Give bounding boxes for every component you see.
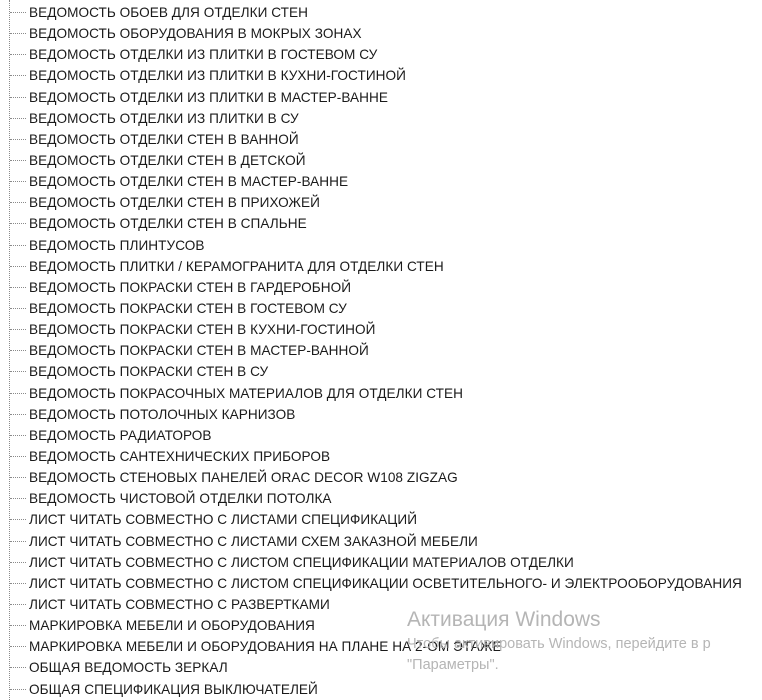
tree-item[interactable]: ВЕДОМОСТЬ ОТДЕЛКИ ИЗ ПЛИТКИ В МАСТЕР-ВАН…: [0, 87, 762, 108]
tree-item[interactable]: ВЕДОМОСТЬ ОТДЕЛКИ СТЕН В СПАЛЬНЕ: [0, 213, 762, 234]
tree-item-label: ВЕДОМОСТЬ ОТДЕЛКИ СТЕН В ДЕТСКОЙ: [29, 152, 306, 168]
tree-item-label: ВЕДОМОСТЬ СТЕНОВЫХ ПАНЕЛЕЙ ORAC DECOR W1…: [29, 470, 458, 486]
tree-item[interactable]: ОБЩАЯ ВЕДОМОСТЬ ЗЕРКАЛ: [0, 657, 762, 678]
tree-item-label: ВЕДОМОСТЬ ПОКРАСКИ СТЕН В ГАРДЕРОБНОЙ: [29, 279, 352, 295]
tree-item[interactable]: ВЕДОМОСТЬ ПОКРАСКИ СТЕН В ГОСТЕВОМ СУ: [0, 298, 762, 319]
tree-item[interactable]: ВЕДОМОСТЬ ЧИСТОВОЙ ОТДЕЛКИ ПОТОЛКА: [0, 488, 762, 509]
tree-item[interactable]: ВЕДОМОСТЬ ОТДЕЛКИ СТЕН В ПРИХОЖЕЙ: [0, 192, 762, 213]
tree-item[interactable]: ВЕДОМОСТЬ ПЛИНТУСОВ: [0, 235, 762, 256]
tree-item[interactable]: ЛИСТ ЧИТАТЬ СОВМЕСТНО С ЛИСТОМ СПЕЦИФИКА…: [0, 573, 762, 594]
tree-item[interactable]: ВЕДОМОСТЬ ПОКРАСКИ СТЕН В КУХНИ-ГОСТИНОЙ: [0, 319, 762, 340]
tree-item[interactable]: ВЕДОМОСТЬ ПЛИТКИ / КЕРАМОГРАНИТА ДЛЯ ОТД…: [0, 256, 762, 277]
tree-item[interactable]: ВЕДОМОСТЬ ОБОРУДОВАНИЯ В МОКРЫХ ЗОНАХ: [0, 23, 762, 44]
tree-item[interactable]: ВЕДОМОСТЬ ПОТОЛОЧНЫХ КАРНИЗОВ: [0, 404, 762, 425]
tree-item[interactable]: ВЕДОМОСТЬ ПОКРАСКИ СТЕН В МАСТЕР-ВАННОЙ: [0, 340, 762, 361]
tree-item-label: ВЕДОМОСТЬ ЧИСТОВОЙ ОТДЕЛКИ ПОТОЛКА: [29, 491, 332, 507]
tree-item[interactable]: ВЕДОМОСТЬ ОТДЕЛКИ СТЕН В ДЕТСКОЙ: [0, 150, 762, 171]
tree-item[interactable]: ВЕДОМОСТЬ ПОКРАСКИ СТЕН В ГАРДЕРОБНОЙ: [0, 277, 762, 298]
tree-item-label: ЛИСТ ЧИТАТЬ СОВМЕСТНО С ЛИСТАМИ СПЕЦИФИК…: [29, 512, 418, 528]
tree-item[interactable]: МАРКИРОВКА МЕБЕЛИ И ОБОРУДОВАНИЯ: [0, 615, 762, 636]
tree-item-label: ВЕДОМОСТЬ ОБОРУДОВАНИЯ В МОКРЫХ ЗОНАХ: [29, 26, 362, 42]
tree-item[interactable]: ЛИСТ ЧИТАТЬ СОВМЕСТНО С ЛИСТОМ СПЕЦИФИКА…: [0, 552, 762, 573]
tree-item-label: ВЕДОМОСТЬ ОТДЕЛКИ ИЗ ПЛИТКИ В КУХНИ-ГОСТ…: [29, 68, 406, 84]
tree-item-label: ВЕДОМОСТЬ ПОКРАСКИ СТЕН В СУ: [29, 364, 269, 380]
tree-item-label: ВЕДОМОСТЬ ОТДЕЛКИ ИЗ ПЛИТКИ В ГОСТЕВОМ С…: [29, 47, 378, 63]
tree-item[interactable]: ВЕДОМОСТЬ ОТДЕЛКИ СТЕН В ВАННОЙ: [0, 129, 762, 150]
tree-item-label: ВЕДОМОСТЬ ПОКРАСОЧНЫХ МАТЕРИАЛОВ ДЛЯ ОТД…: [29, 385, 463, 401]
tree-item-label: ВЕДОМОСТЬ ПЛИНТУСОВ: [29, 237, 205, 253]
tree-item[interactable]: ВЕДОМОСТЬ ПОКРАСОЧНЫХ МАТЕРИАЛОВ ДЛЯ ОТД…: [0, 383, 762, 404]
tree-item-label: ВЕДОМОСТЬ ПОКРАСКИ СТЕН В ГОСТЕВОМ СУ: [29, 300, 347, 316]
tree-item-label: ВЕДОМОСТЬ САНТЕХНИЧЕСКИХ ПРИБОРОВ: [29, 448, 331, 464]
tree-item-label: ЛИСТ ЧИТАТЬ СОВМЕСТНО С РАЗВЕРТКАМИ: [29, 596, 330, 612]
tree-item-label: ВЕДОМОСТЬ ПЛИТКИ / КЕРАМОГРАНИТА ДЛЯ ОТД…: [29, 258, 444, 274]
tree-item-label: ВЕДОМОСТЬ ОТДЕЛКИ ИЗ ПЛИТКИ В СУ: [29, 110, 299, 126]
tree-item[interactable]: ВЕДОМОСТЬ СТЕНОВЫХ ПАНЕЛЕЙ ORAC DECOR W1…: [0, 467, 762, 488]
tree-item[interactable]: ОБЩАЯ СПЕЦИФИКАЦИЯ ВЫКЛЮЧАТЕЛЕЙ: [0, 679, 762, 700]
tree-item-label: ВЕДОМОСТЬ ОБОЕВ ДЛЯ ОТДЕЛКИ СТЕН: [29, 5, 308, 20]
tree-item-label: ВЕДОМОСТЬ ОТДЕЛКИ СТЕН В МАСТЕР-ВАННЕ: [29, 174, 349, 190]
tree-item[interactable]: ВЕДОМОСТЬ ОТДЕЛКИ СТЕН В МАСТЕР-ВАННЕ: [0, 171, 762, 192]
tree-item[interactable]: ВЕДОМОСТЬ ПОКРАСКИ СТЕН В СУ: [0, 361, 762, 382]
tree-item-label: ЛИСТ ЧИТАТЬ СОВМЕСТНО С ЛИСТОМ СПЕЦИФИКА…: [29, 575, 742, 591]
tree-item-label: ВЕДОМОСТЬ ОТДЕЛКИ СТЕН В ПРИХОЖЕЙ: [29, 195, 320, 211]
tree-item-label: ВЕДОМОСТЬ ОТДЕЛКИ СТЕН В СПАЛЬНЕ: [29, 216, 307, 232]
tree-item[interactable]: ВЕДОМОСТЬ ОБОЕВ ДЛЯ ОТДЕЛКИ СТЕН: [0, 2, 762, 23]
tree-item[interactable]: ВЕДОМОСТЬ ОТДЕЛКИ ИЗ ПЛИТКИ В КУХНИ-ГОСТ…: [0, 65, 762, 86]
tree-item-label: ВЕДОМОСТЬ РАДИАТОРОВ: [29, 427, 212, 443]
tree-item[interactable]: ВЕДОМОСТЬ ОТДЕЛКИ ИЗ ПЛИТКИ В СУ: [0, 108, 762, 129]
tree-item-label: ЛИСТ ЧИТАТЬ СОВМЕСТНО С ЛИСТОМ СПЕЦИФИКА…: [29, 554, 574, 570]
tree-item-label: ЛИСТ ЧИТАТЬ СОВМЕСТНО С ЛИСТАМИ СХЕМ ЗАК…: [29, 533, 478, 549]
tree-item[interactable]: ЛИСТ ЧИТАТЬ СОВМЕСТНО С РАЗВЕРТКАМИ: [0, 594, 762, 615]
tree-item-label: ВЕДОМОСТЬ ПОКРАСКИ СТЕН В КУХНИ-ГОСТИНОЙ: [29, 322, 376, 338]
tree-item-label: ОБЩАЯ ВЕДОМОСТЬ ЗЕРКАЛ: [29, 660, 228, 676]
tree-item[interactable]: ВЕДОМОСТЬ САНТЕХНИЧЕСКИХ ПРИБОРОВ: [0, 446, 762, 467]
project-browser-tree: ВЕДОМОСТЬ ОБОЕВ ДЛЯ ОТДЕЛКИ СТЕН ВЕДОМОСТ…: [0, 0, 762, 700]
tree-item-label: МАРКИРОВКА МЕБЕЛИ И ОБОРУДОВАНИЯ: [29, 618, 315, 634]
tree-item-label: ВЕДОМОСТЬ ПОТОЛОЧНЫХ КАРНИЗОВ: [29, 406, 296, 422]
tree-item-label: ОБЩАЯ СПЕЦИФИКАЦИЯ ВЫКЛЮЧАТЕЛЕЙ: [29, 681, 318, 697]
tree-item-label: ВЕДОМОСТЬ ПОКРАСКИ СТЕН В МАСТЕР-ВАННОЙ: [29, 343, 369, 359]
tree-item[interactable]: МАРКИРОВКА МЕБЕЛИ И ОБОРУДОВАНИЯ НА ПЛАН…: [0, 636, 762, 657]
tree-item-label: ВЕДОМОСТЬ ОТДЕЛКИ СТЕН В ВАННОЙ: [29, 131, 299, 147]
tree-item[interactable]: ЛИСТ ЧИТАТЬ СОВМЕСТНО С ЛИСТАМИ СХЕМ ЗАК…: [0, 531, 762, 552]
tree-item-label: ВЕДОМОСТЬ ОТДЕЛКИ ИЗ ПЛИТКИ В МАСТЕР-ВАН…: [29, 89, 389, 105]
tree-item[interactable]: ВЕДОМОСТЬ ОТДЕЛКИ ИЗ ПЛИТКИ В ГОСТЕВОМ С…: [0, 44, 762, 65]
tree-item[interactable]: ВЕДОМОСТЬ РАДИАТОРОВ: [0, 425, 762, 446]
tree-item-label: МАРКИРОВКА МЕБЕЛИ И ОБОРУДОВАНИЯ НА ПЛАН…: [29, 639, 502, 655]
tree-item[interactable]: ЛИСТ ЧИТАТЬ СОВМЕСТНО С ЛИСТАМИ СПЕЦИФИК…: [0, 509, 762, 530]
